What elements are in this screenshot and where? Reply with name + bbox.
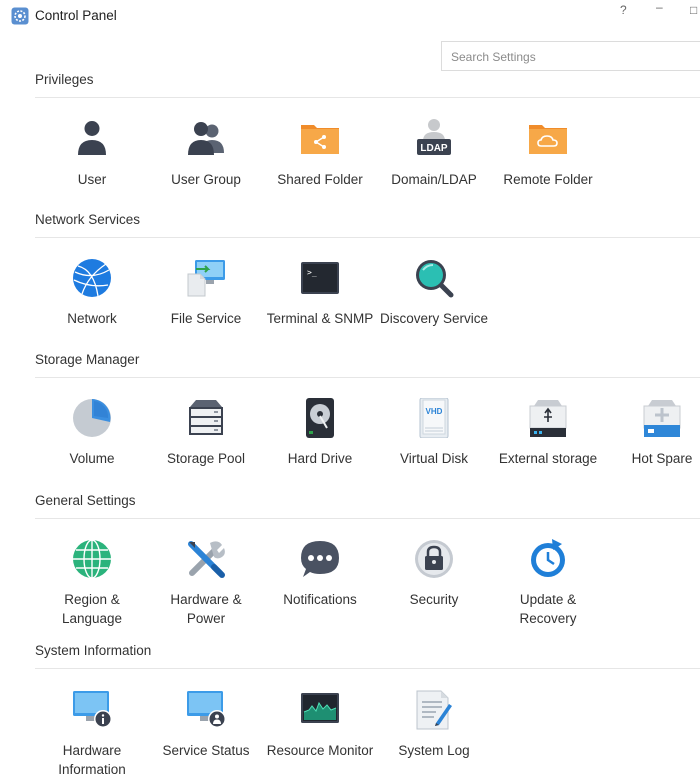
chat-bubble-icon [301,541,339,577]
lock-icon [415,540,453,578]
title-bar: Control Panel ? – □ [0,0,700,34]
system-log-icon [416,690,452,730]
tools-icon [188,541,225,578]
item-label: Storage Pool [166,451,246,466]
item-label: Hardware & Power [170,592,242,626]
section-title: Privileges [35,72,94,87]
item-label: Remote Folder [503,172,593,187]
item-label: Region & Language [61,592,123,626]
item-label: User Group [171,172,241,187]
maximize-button[interactable]: □ [690,3,697,17]
section-divider [35,237,700,238]
item-label: Update & Recovery [519,592,577,626]
item-label: Hardware Information [58,743,126,777]
window-title: Control Panel [35,8,117,23]
item-label: External storage [498,451,598,466]
virtual-disk-icon: VHD [419,398,449,438]
item-label: Discovery Service [379,311,489,326]
hard-drive-icon [306,398,334,438]
monitor-user-icon [187,691,226,728]
item-label: Volume [69,451,115,466]
vhd-badge: VHD [426,407,443,416]
item-label: Resource Monitor [266,743,374,758]
update-clock-icon [531,539,565,577]
volume-pie-icon [73,399,111,437]
item-label: Shared Folder [277,172,363,187]
item-label: Network [67,311,117,326]
magnifier-icon [416,260,454,298]
item-label: Service Status [162,743,250,758]
domain-ldap-icon: LDAP [417,119,451,155]
terminal-icon: >_ [301,262,339,294]
item-label: User [77,172,107,187]
ldap-badge: LDAP [420,143,448,154]
hot-spare-icon [643,400,681,437]
item-label: File Service [170,311,242,326]
user-icon [78,121,106,155]
user-group-icon [188,122,224,155]
terminal-prompt: >_ [307,268,317,277]
control-panel-gear-icon [11,7,29,25]
remote-folder-icon [529,125,567,154]
item-label: Hard Drive [287,451,353,466]
minimize-button[interactable]: – [656,0,663,14]
section-title: System Information [35,643,152,658]
shared-folder-icon [301,125,339,154]
item-label: Domain/LDAP [391,172,477,187]
item-label: Hot Spare [631,451,693,466]
item-label: Terminal & SNMP [266,311,374,326]
section-divider [35,518,700,519]
section-title: General Settings [35,493,136,508]
storage-pool-icon [189,400,223,435]
item-label: Notifications [283,592,357,607]
item-label: Security [409,592,459,607]
external-storage-icon [529,400,567,437]
region-globe-icon [73,539,111,579]
help-button[interactable]: ? [620,3,627,17]
section-divider [35,97,700,98]
monitor-info-icon [73,691,112,728]
item-label: Virtual Disk [399,451,469,466]
item-label: System Log [398,743,470,758]
section-divider [35,377,700,378]
section-title: Network Services [35,212,141,227]
network-globe-icon [73,259,111,297]
search-input[interactable]: Search Settings [441,41,700,71]
resource-monitor-icon [301,693,339,723]
section-title: Storage Manager [35,352,140,367]
file-service-icon [187,260,225,297]
section-divider [35,668,700,669]
